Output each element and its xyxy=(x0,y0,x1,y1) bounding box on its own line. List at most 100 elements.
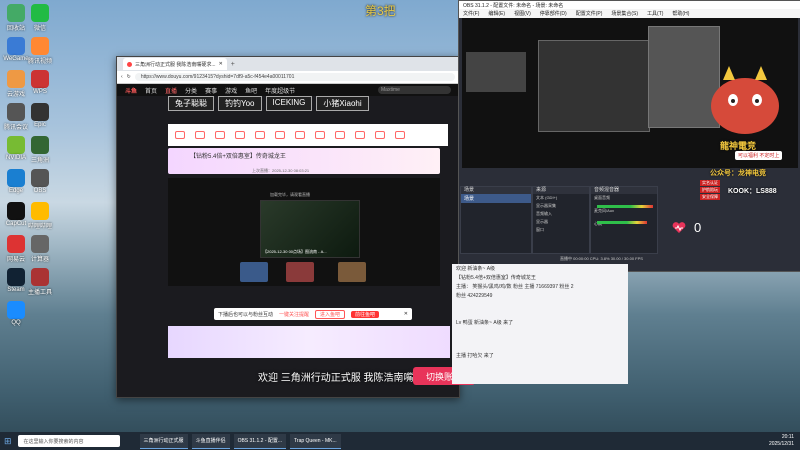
enter-fishbar-button[interactable]: 进入鱼吧 xyxy=(315,309,346,319)
streamer-tag-1[interactable]: 钓钓Yoo xyxy=(218,96,262,111)
category-item[interactable] xyxy=(252,131,268,139)
back-icon[interactable]: ‹ xyxy=(121,74,123,80)
streamer-tag-2[interactable]: ICEKING xyxy=(265,96,313,111)
obs-menu-item[interactable]: 编辑(E) xyxy=(488,10,505,17)
taskbar-clock[interactable]: 20:11 2025/12/31 xyxy=(769,434,794,448)
new-tab-icon[interactable]: + xyxy=(231,61,235,68)
category-item[interactable] xyxy=(172,131,188,139)
source-item[interactable]: 显示器采集 xyxy=(533,202,589,210)
desktop-icon[interactable]: QQ xyxy=(2,301,30,326)
app-icon xyxy=(31,202,49,220)
taskbar-app[interactable]: OBS 31.1.2 - 配置... xyxy=(233,433,287,449)
desktop-icon[interactable]: Epic xyxy=(26,103,54,128)
obs-menu-item[interactable]: 视图(V) xyxy=(514,10,531,17)
obs-menu-item[interactable]: 停靠部件(D) xyxy=(540,10,567,17)
source-item[interactable]: 显示器 xyxy=(533,218,589,226)
video-player[interactable]: 【2025-12-30 00点场】图流南 - A... xyxy=(260,200,360,258)
close-icon[interactable]: ✕ xyxy=(219,61,223,67)
video-thumbnail[interactable] xyxy=(286,262,314,282)
taskbar-search-input[interactable]: 在这里输入你要搜索的内容 xyxy=(17,435,120,447)
desktop-icon[interactable]: 微信 xyxy=(26,4,54,32)
category-item[interactable] xyxy=(352,131,368,139)
close-icon[interactable]: ✕ xyxy=(404,311,408,317)
url-field[interactable]: https://www.douyu.com/9123415?dyshid=7df… xyxy=(134,73,455,81)
mixer-level-bar xyxy=(597,205,653,208)
category-item[interactable] xyxy=(212,131,228,139)
category-item[interactable] xyxy=(312,131,328,139)
obs-status-bar: 直播中 00:00:00 CPU: 3.8% 30.00 / 30.00 FPS xyxy=(560,256,643,261)
scene-item[interactable]: 场景 xyxy=(461,194,531,203)
browser-tabbar: 三角洲行动正式服 我陈浩南嘴硬求... ✕ + xyxy=(117,57,459,71)
video-caption: 【2025-12-30 00点场】图流南 - A... xyxy=(263,249,327,254)
chat-panel: 欢迎 新油条~ A级 【钻粉5.4倍+双倍惠室】传奇城龙王 主播： 笑猴头/黑鸡… xyxy=(452,264,628,384)
obs-mixer-panel: 音频混音器 桌面音频 麦克风/Aux 心跳 xyxy=(590,186,658,254)
badge-item: 安全保障 xyxy=(700,194,720,200)
obs-menu-bar: 文件(F) 编辑(E) 视图(V) 停靠部件(D) 配置文件(P) 场景集合(S… xyxy=(459,9,800,18)
room-title: 【钻粉5.4倍+双倍惠室】传奇城龙王 xyxy=(190,154,286,160)
video-thumbnail[interactable] xyxy=(240,262,268,282)
longshen-sub: 可以福利 不定时上 xyxy=(735,151,783,160)
obs-menu-item[interactable]: 文件(F) xyxy=(463,10,479,17)
dragon-mascot-icon xyxy=(711,66,779,134)
nav-item-4[interactable]: 游戏 xyxy=(225,86,237,95)
source-item[interactable]: 窗口 xyxy=(533,226,589,234)
category-item[interactable] xyxy=(332,131,348,139)
app-icon xyxy=(31,70,49,88)
taskbar-app[interactable]: 斗鱼直播伴侣 xyxy=(191,433,230,449)
obs-menu-item[interactable]: 工具(T) xyxy=(647,10,663,17)
obs-menu-item[interactable]: 帮助(H) xyxy=(672,10,689,17)
source-item[interactable]: 文本 (GDI+) xyxy=(533,194,589,202)
refresh-icon[interactable]: ↻ xyxy=(127,74,131,80)
obs-menu-item[interactable]: 场景集合(S) xyxy=(611,10,638,17)
browser-tab[interactable]: 三角洲行动正式服 我陈浩南嘴硬求... ✕ xyxy=(123,58,227,70)
category-item[interactable] xyxy=(372,131,388,139)
app-icon xyxy=(7,301,25,319)
taskbar-app-label: 三角洲行动正式服 xyxy=(143,438,184,444)
nav-item-5[interactable]: 鱼吧 xyxy=(245,86,257,95)
desktop-icon-label: Epic xyxy=(34,122,46,128)
streamer-tag-0[interactable]: 兔子聪聪 xyxy=(168,96,214,111)
video-thumbnail[interactable] xyxy=(338,262,366,282)
desktop-icon[interactable]: OBS xyxy=(26,169,54,194)
category-item[interactable] xyxy=(232,131,248,139)
chat-line: 粉丝 424229549 xyxy=(456,293,493,299)
taskbar-app-label: Trap Queen - MK... xyxy=(294,437,337,444)
app-icon xyxy=(7,268,25,286)
go-fishbar-button[interactable]: 前往鱼吧 xyxy=(351,310,380,318)
desktop-icon[interactable]: 三角洲 xyxy=(26,136,54,164)
desktop-icon-label: QQ xyxy=(11,320,21,326)
category-item[interactable] xyxy=(192,131,208,139)
desktop-icon[interactable]: 主播工具 xyxy=(26,268,54,296)
app-icon xyxy=(31,136,49,154)
nav-item-2[interactable]: 分类 xyxy=(185,86,197,95)
app-icon xyxy=(31,235,49,253)
nav-item-3[interactable]: 赛事 xyxy=(205,86,217,95)
desktop-icon[interactable]: 哔哩哔哩 xyxy=(26,202,54,230)
desktop-icon[interactable]: 计算器 xyxy=(26,235,54,263)
streamer-tag-3[interactable]: 小猪Xiaohi xyxy=(316,96,369,111)
app-icon xyxy=(31,268,49,286)
category-item[interactable] xyxy=(292,131,308,139)
desktop-icon-label: 腾讯视频 xyxy=(27,59,52,65)
category-item[interactable] xyxy=(272,131,288,139)
category-item[interactable] xyxy=(392,131,408,139)
heartbeat-counter: 0 xyxy=(672,220,701,235)
obs-menu-item[interactable]: 配置文件(P) xyxy=(576,10,603,17)
app-icon xyxy=(7,37,25,55)
desktop-icon[interactable]: WPS xyxy=(26,70,54,95)
room-info-card: 【钻粉5.4倍+双倍惠室】传奇城龙王 上次直播：2025-12-30 08:03… xyxy=(168,148,440,174)
chat-line: Lv 鸭蛋 新油条~ A级 来了 xyxy=(456,320,514,326)
desktop-icon[interactable]: 腾讯视频 xyxy=(26,37,54,65)
nav-item-6[interactable]: 年度超级节 xyxy=(265,86,295,95)
site-logo[interactable]: 斗鱼 xyxy=(125,86,137,95)
nav-item-1[interactable]: 直播 xyxy=(165,86,177,95)
source-item[interactable]: 音频输入 xyxy=(533,210,589,218)
taskbar-app[interactable]: 三角洲行动正式服 xyxy=(139,433,188,449)
badge-item: 护航陪玩 xyxy=(700,187,720,193)
windows-start-icon[interactable]: ⊞ xyxy=(4,436,12,447)
site-search-input[interactable]: Maxtime xyxy=(378,86,451,94)
taskbar-app-label: OBS 31.1.2 - 配置... xyxy=(237,438,283,444)
nav-item-0[interactable]: 首页 xyxy=(145,86,157,95)
popup-link[interactable]: 一键关注提醒 xyxy=(279,311,309,318)
taskbar-app[interactable]: Trap Queen - MK... xyxy=(290,433,341,449)
